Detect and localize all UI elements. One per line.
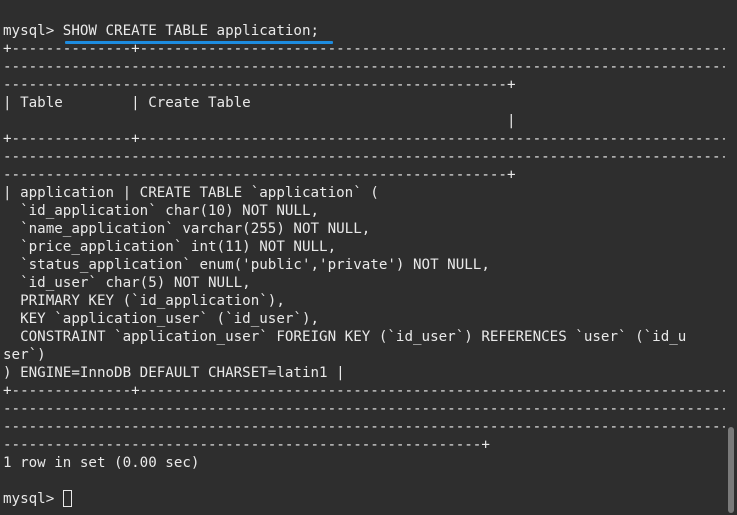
output-line: KEY `application_user` (`id_user`),	[3, 311, 320, 327]
output-line: ) ENGINE=InnoDB DEFAULT CHARSET=latin1 |	[3, 365, 345, 381]
prompt-label: mysql>	[3, 23, 63, 39]
command-text: SHOW CREATE TABLE application;	[62, 23, 320, 39]
output-line: ----------------------------------------…	[3, 77, 516, 93]
output-line: +--------------+------------------------…	[3, 383, 725, 399]
scrollbar-thumb[interactable]	[728, 427, 734, 513]
text-cursor	[62, 490, 72, 507]
output-line: ----------------------------------------…	[3, 437, 490, 453]
output-line: |	[3, 113, 516, 129]
output-line: +--------------+------------------------…	[3, 131, 725, 147]
output-line: `id_application` char(10) NOT NULL,	[3, 203, 320, 219]
output-line: ser`)	[3, 347, 46, 363]
active-prompt-line[interactable]: mysql>	[3, 490, 72, 508]
output-line: ----------------------------------------…	[3, 149, 725, 165]
output-line: `status_application` enum('public','priv…	[3, 257, 490, 273]
output-line: `name_application` varchar(255) NOT NULL…	[3, 221, 371, 237]
terminal-window[interactable]: mysql> SHOW CREATE TABLE application; +-…	[0, 0, 737, 515]
output-line: PRIMARY KEY (`id_application`),	[3, 293, 285, 309]
table-header-row: | Table | Create Table	[3, 95, 251, 111]
output-line: CONSTRAINT `application_user` FOREIGN KE…	[3, 329, 687, 345]
terminal-output[interactable]: mysql> SHOW CREATE TABLE application; +-…	[3, 22, 725, 512]
command-line: mysql> SHOW CREATE TABLE application;	[3, 22, 319, 40]
scrollbar[interactable]	[725, 0, 737, 515]
output-line: `price_application` int(11) NOT NULL,	[3, 239, 337, 255]
output-line: +--------------+------------------------…	[3, 41, 725, 57]
output-line: ----------------------------------------…	[3, 401, 725, 417]
result-summary: 1 row in set (0.00 sec)	[3, 455, 200, 471]
prompt-label: mysql>	[3, 491, 63, 507]
output-line: `id_user` char(5) NOT NULL,	[3, 275, 251, 291]
output-line: ----------------------------------------…	[3, 59, 725, 75]
output-line: ----------------------------------------…	[3, 167, 516, 183]
table-data-row: | application | CREATE TABLE `applicatio…	[3, 185, 379, 201]
output-line: ----------------------------------------…	[3, 419, 725, 435]
